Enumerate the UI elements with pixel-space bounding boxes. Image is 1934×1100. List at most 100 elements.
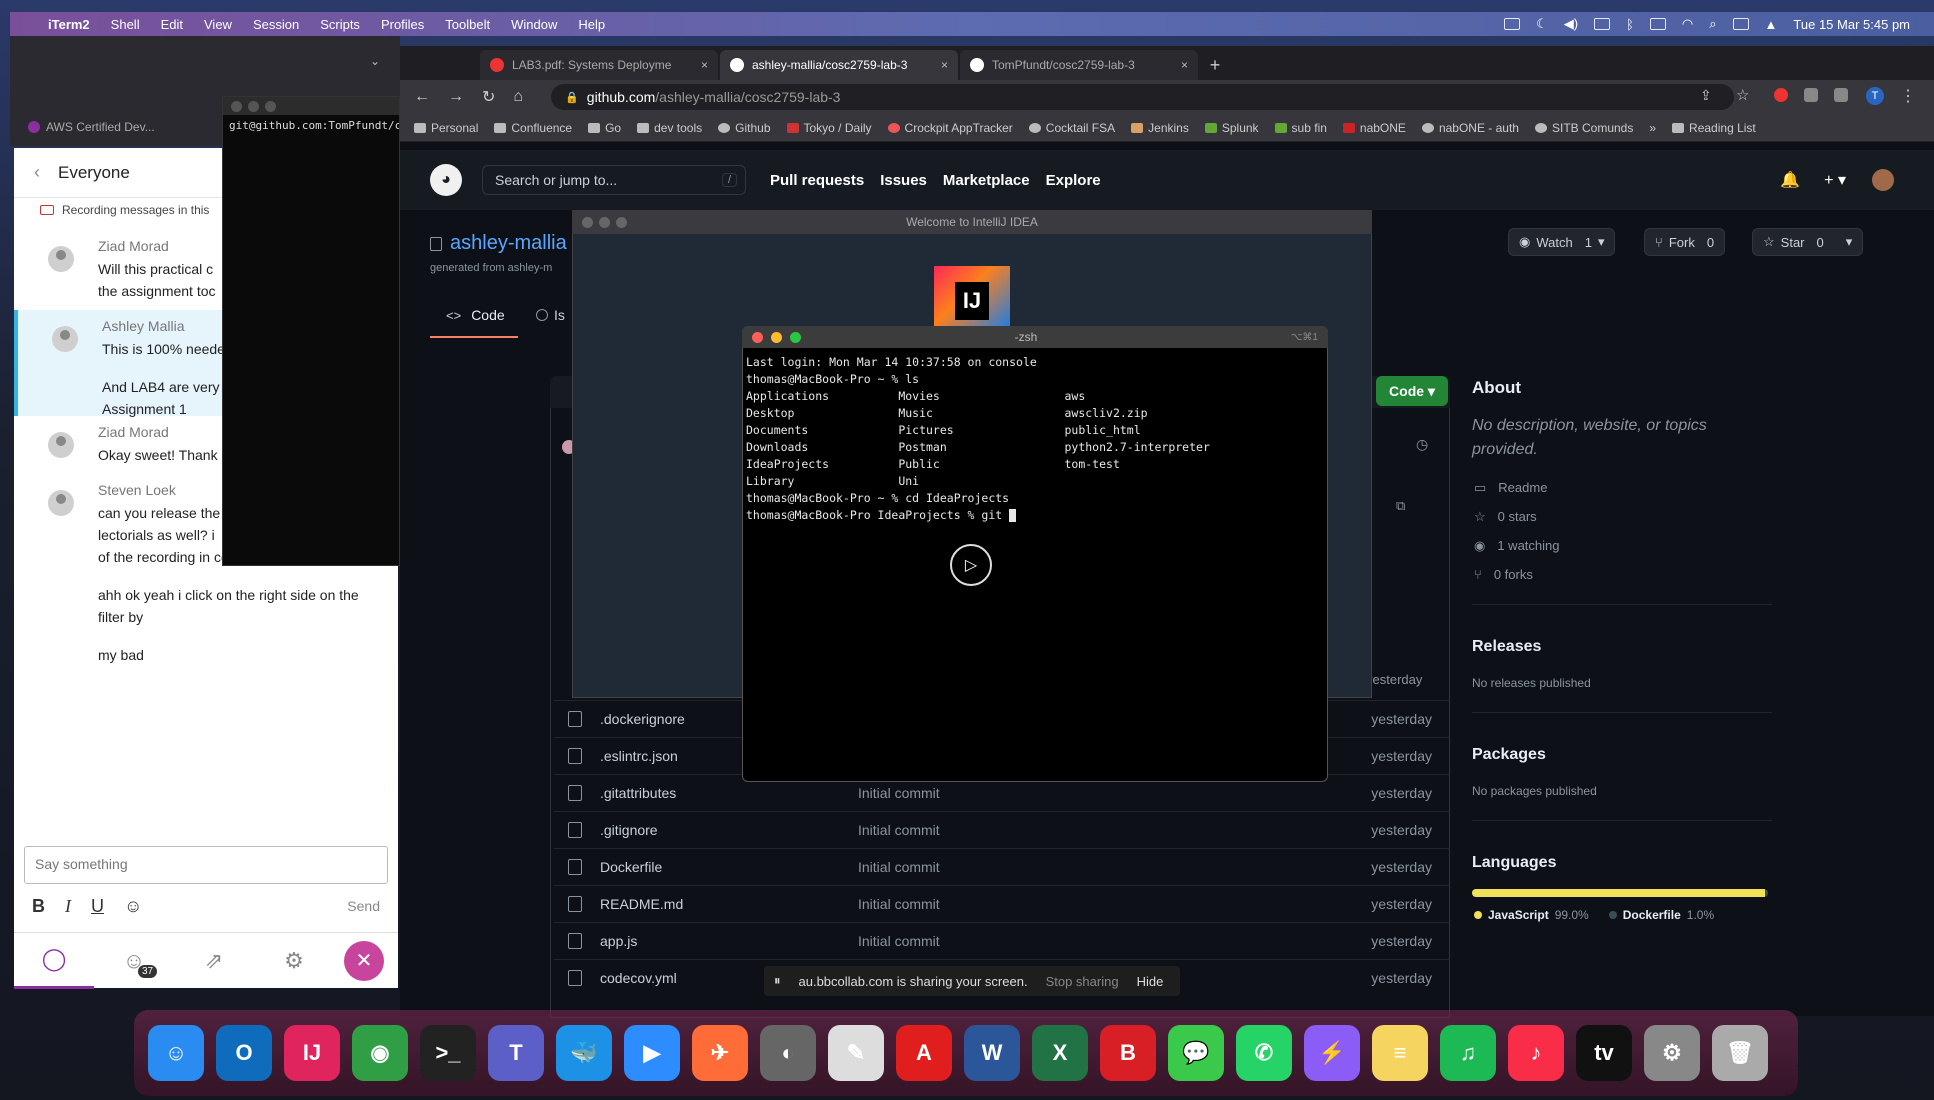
back-arrow-icon[interactable]: ‹ [34, 162, 40, 183]
close-panel-button[interactable]: ✕ [344, 940, 384, 981]
control-center-icon[interactable] [1732, 18, 1749, 30]
bookmark-item[interactable]: SITB Comunds [1534, 121, 1633, 135]
repo-owner-link[interactable]: ashley-mallia [450, 232, 567, 255]
commit-message[interactable]: Initial commit [858, 933, 1371, 949]
extension-icon[interactable] [1804, 88, 1818, 102]
send-button[interactable]: Send [347, 898, 380, 914]
file-name[interactable]: .gitattributes [600, 785, 858, 801]
tab-code[interactable]: <> Code [446, 307, 505, 323]
chat-tab-icon[interactable]: ◯ [14, 933, 94, 989]
extensions-puzzle-icon[interactable] [1834, 88, 1848, 102]
language-item[interactable]: JavaScript 99.0% Dockerfile 1.0% [1474, 908, 1714, 922]
clock-text[interactable]: Tue 15 Mar 5:45 pm [1793, 17, 1910, 32]
menu-item-view[interactable]: View [204, 17, 232, 32]
terminal-zoom-dot[interactable] [790, 331, 801, 343]
reading-list-button[interactable]: Reading List [1672, 121, 1756, 135]
menu-app-name[interactable]: iTerm2 [48, 17, 90, 32]
home-icon[interactable]: ⌂ [513, 88, 523, 106]
wifi-icon[interactable]: ◠ [1682, 16, 1693, 32]
volume-icon[interactable]: ◀) [1564, 16, 1578, 32]
tab-close-icon[interactable]: × [941, 58, 948, 72]
bookmark-item[interactable]: Confluence [494, 121, 572, 135]
terminal-close-dot[interactable] [752, 331, 763, 343]
acrobat-icon[interactable]: A [896, 1025, 952, 1081]
italic-button[interactable]: I [65, 896, 71, 917]
menu-item-scripts[interactable]: Scripts [320, 17, 360, 32]
bitdefender-icon[interactable]: B [1100, 1025, 1156, 1081]
ij-close-dot[interactable] [582, 216, 593, 228]
trash-icon[interactable]: 🗑 [1712, 1025, 1768, 1081]
watch-button[interactable]: ◉ Watch 1 ▾ [1508, 228, 1616, 256]
emoji-icon[interactable]: ☺ [124, 896, 142, 917]
file-row[interactable]: Dockerfile Initial commit yesterday [554, 848, 1450, 885]
iterm-window[interactable]: git@github.com:TomPfundt/c [222, 96, 400, 566]
bookmark-item[interactable]: dev tools [637, 121, 702, 135]
moon-icon[interactable]: ☾ [1536, 16, 1548, 32]
iterm-zoom-dot[interactable] [265, 100, 276, 112]
file-name[interactable]: README.md [600, 896, 858, 912]
browser-tab[interactable]: TomPfundt/cosc2759-lab-3 × [960, 50, 1198, 80]
bookmark-item[interactable]: Cocktail FSA [1028, 121, 1115, 135]
file-name[interactable]: .gitignore [600, 822, 858, 838]
packages-heading[interactable]: Packages [1472, 746, 1546, 764]
finder-icon[interactable]: ☺ [148, 1025, 204, 1081]
menu-item-profiles[interactable]: Profiles [381, 17, 424, 32]
bookmark-item[interactable]: nabONE [1342, 121, 1406, 135]
notifications-bell-icon[interactable]: 🔔 [1780, 170, 1800, 190]
bold-button[interactable]: B [32, 896, 45, 917]
kebab-menu-icon[interactable]: ⋮ [1900, 86, 1916, 106]
settings-gear-icon[interactable]: ⚙ [254, 933, 334, 989]
file-row[interactable]: README.md Initial commit yesterday [554, 885, 1450, 922]
chevron-down-icon[interactable]: ⌄ [370, 54, 380, 68]
music-icon[interactable]: ♪ [1508, 1025, 1564, 1081]
stop-sharing-button[interactable]: Stop sharing [1046, 974, 1119, 989]
play-icon[interactable]: ▷ [950, 544, 992, 586]
browser-tab[interactable]: LAB3.pdf: Systems Deployme × [480, 50, 718, 80]
outlook-icon[interactable]: O [216, 1025, 272, 1081]
file-name[interactable]: Dockerfile [600, 859, 858, 875]
terminal-icon[interactable]: >_ [420, 1025, 476, 1081]
browser-tab-active[interactable]: ashley-mallia/cosc2759-lab-3 × [720, 50, 958, 80]
commit-message[interactable]: Initial commit [858, 822, 1371, 838]
chrome-icon[interactable]: ◉ [352, 1025, 408, 1081]
bookmark-item[interactable]: Splunk [1204, 121, 1259, 135]
messages-icon[interactable]: 💬 [1168, 1025, 1224, 1081]
file-row[interactable]: .gitignore Initial commit yesterday [554, 811, 1450, 848]
bookmark-item[interactable]: Jenkins [1131, 121, 1189, 135]
docker-icon[interactable]: 🐳 [556, 1025, 612, 1081]
postman-icon[interactable]: ✈ [692, 1025, 748, 1081]
nav-marketplace[interactable]: Marketplace [943, 172, 1030, 189]
bookmark-item[interactable]: Go [588, 121, 621, 135]
commit-message[interactable]: Initial commit [858, 859, 1371, 875]
releases-heading[interactable]: Releases [1472, 638, 1541, 656]
file-name[interactable]: app.js [600, 933, 858, 949]
bookmark-item[interactable]: Tokyo / Daily [786, 121, 872, 135]
display-icon[interactable] [1594, 18, 1611, 30]
bookmark-item[interactable]: sub fin [1274, 121, 1327, 135]
search-icon[interactable]: ⌕ [1709, 16, 1716, 32]
bookmark-item[interactable]: Crockpit AppTracker [887, 121, 1013, 135]
menu-item-session[interactable]: Session [253, 17, 299, 32]
forward-icon[interactable]: → [448, 88, 464, 106]
forks-link[interactable]: ⑂ 0 forks [1474, 567, 1533, 582]
create-new-plus-icon[interactable]: + ▾ [1824, 170, 1846, 190]
commit-message[interactable]: Initial commit [858, 896, 1371, 912]
bookmarks-overflow-icon[interactable]: » [1649, 121, 1656, 135]
github-search-input[interactable]: Search or jump to... / [482, 165, 746, 195]
file-row[interactable]: app.js Initial commit yesterday [554, 922, 1450, 959]
history-clock-icon[interactable]: ◷ [1416, 436, 1428, 453]
user-avatar[interactable] [1872, 169, 1894, 191]
textedit-icon[interactable]: ✎ [828, 1025, 884, 1081]
word-icon[interactable]: W [964, 1025, 1020, 1081]
messenger-icon[interactable]: ⚡ [1304, 1025, 1360, 1081]
tab-issues[interactable]: Is [536, 307, 565, 323]
bluetooth-icon[interactable]: ᛒ [1626, 17, 1634, 32]
copy-icon[interactable]: ⧉ [1396, 498, 1405, 514]
attendees-tab-icon[interactable]: ☺ 37 [94, 933, 174, 989]
url-field[interactable]: 🔒 github.com/ashley-mallia/cosc2759-lab-… [551, 84, 1734, 110]
iterm-close-dot[interactable] [231, 100, 242, 112]
menu-item-shell[interactable]: Shell [111, 17, 140, 32]
tab-close-icon[interactable]: × [1181, 58, 1188, 72]
extension-icon[interactable] [1774, 88, 1788, 102]
fork-button[interactable]: ⑂ Fork 0 [1644, 228, 1726, 256]
